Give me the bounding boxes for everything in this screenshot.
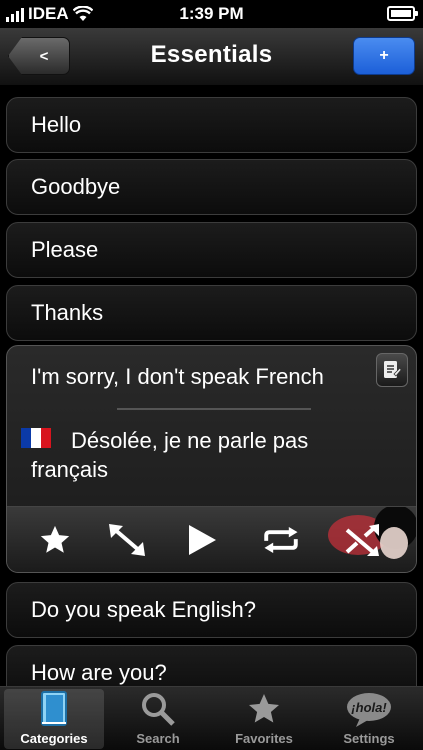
- phrase-row-how-are-you[interactable]: How are you?: [6, 645, 417, 687]
- tab-settings[interactable]: ¡hola! Settings: [319, 689, 419, 749]
- tab-label: Favorites: [235, 731, 293, 746]
- status-time: 1:39 PM: [179, 4, 244, 23]
- status-bar: IDEA 1:39 PM: [0, 0, 423, 28]
- flag-stripe-blue: [21, 428, 31, 448]
- svg-text:¡hola!: ¡hola!: [351, 700, 387, 715]
- star-icon: [40, 525, 70, 553]
- expand-arrows-icon: [109, 524, 145, 556]
- tab-categories[interactable]: Categories: [4, 689, 104, 749]
- phrase-toolbar: [7, 506, 416, 572]
- divider: [117, 408, 311, 410]
- tab-label: Settings: [343, 731, 395, 746]
- shuffle-button[interactable]: [343, 520, 383, 560]
- tab-search[interactable]: Search: [108, 689, 208, 749]
- shuffle-icon: [345, 524, 379, 556]
- phrase-row-goodbye[interactable]: Goodbye: [6, 159, 417, 215]
- fullscreen-button[interactable]: [107, 520, 147, 560]
- copy-icon: [384, 361, 402, 378]
- navigation-bar: < Essentials +: [0, 28, 423, 86]
- phrase-row-hello[interactable]: Hello: [6, 97, 417, 153]
- expanded-phrase-card: I'm sorry, I don't speak French Désolée,…: [6, 345, 417, 573]
- favorite-button[interactable]: [35, 520, 75, 560]
- phrase-row-please[interactable]: Please: [6, 222, 417, 278]
- copy-button[interactable]: [376, 353, 408, 387]
- tab-label: Categories: [20, 731, 88, 746]
- battery-icon: [387, 6, 418, 21]
- book-icon: [41, 691, 67, 726]
- tab-favorites[interactable]: Favorites: [214, 689, 314, 749]
- phrase-english: I'm sorry, I don't speak French: [31, 364, 324, 389]
- hola-bubble-icon: ¡hola!: [347, 693, 391, 727]
- tab-label: Search: [136, 731, 180, 746]
- phrase-row-do-you-speak-english[interactable]: Do you speak English?: [6, 582, 417, 638]
- tab-bar: Categories Search Favorites ¡hola! Setti…: [0, 686, 423, 750]
- phrase-row-thanks[interactable]: Thanks: [6, 285, 417, 341]
- star-icon: [249, 694, 279, 723]
- phrase-list: Hello Goodbye Please Thanks I'm sorry, I…: [0, 87, 423, 687]
- repeat-icon: [264, 526, 298, 554]
- repeat-button[interactable]: [261, 520, 301, 560]
- play-button[interactable]: [181, 520, 221, 560]
- phrase-translation: Désolée, je ne parle pas français: [31, 428, 309, 482]
- magnifier-icon: [142, 693, 175, 726]
- play-icon: [189, 525, 216, 555]
- add-button[interactable]: +: [353, 37, 415, 75]
